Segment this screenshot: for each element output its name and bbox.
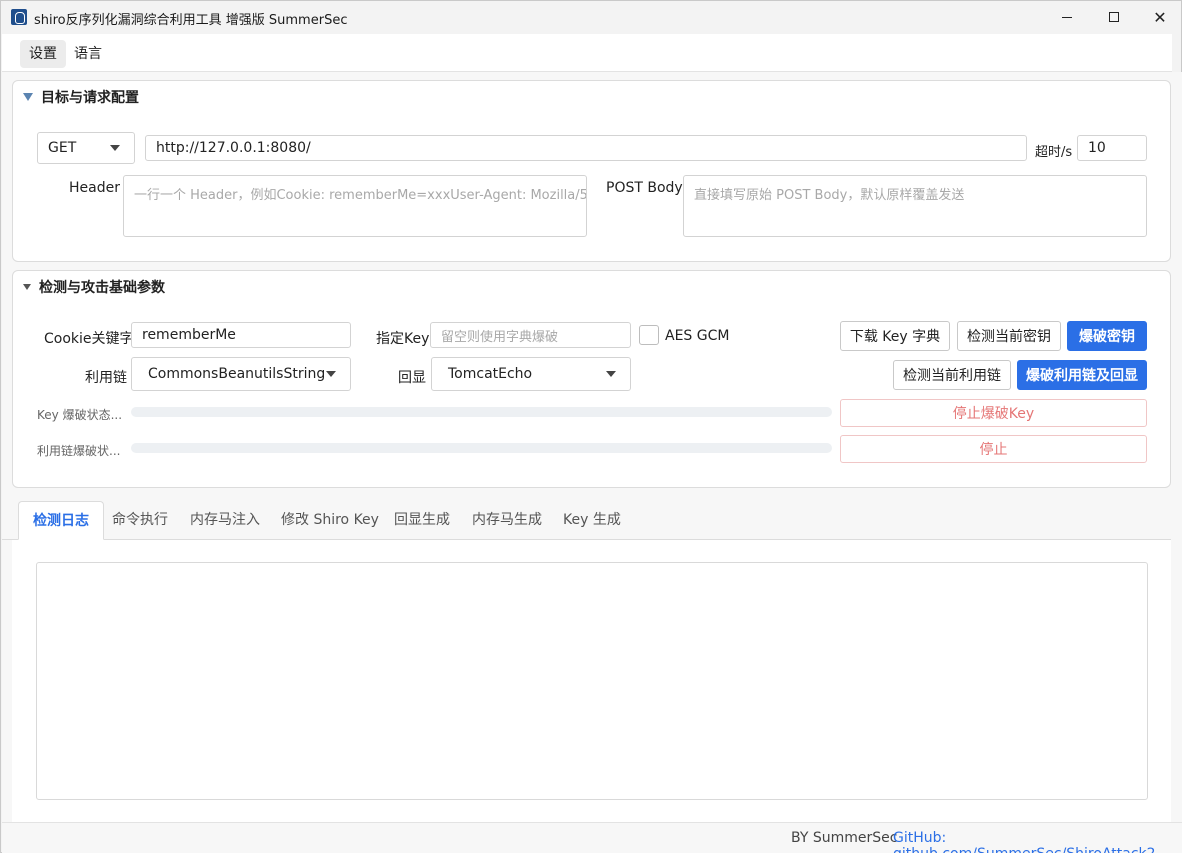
tab-memshell-gen[interactable]: 内存马生成 <box>458 501 556 540</box>
cookie-keyword-input[interactable]: rememberMe <box>131 322 351 348</box>
chain-label: 利用链 <box>85 370 127 386</box>
method-value: GET <box>48 140 77 156</box>
title-bar: shiro反序列化漏洞综合利用工具 增强版 SummerSec ✕ <box>1 1 1181 33</box>
brute-key-button[interactable]: 爆破密钥 <box>1067 321 1147 351</box>
cookie-keyword-value: rememberMe <box>142 327 236 343</box>
maximize-button[interactable] <box>1091 1 1137 33</box>
tab-command-exec[interactable]: 命令执行 <box>98 501 182 540</box>
post-body-label: POST Body <box>606 180 683 196</box>
tab-key-gen[interactable]: Key 生成 <box>549 501 635 540</box>
chain-value: CommonsBeanutilsString <box>148 366 326 382</box>
tab-detect-log[interactable]: 检测日志 <box>18 501 104 540</box>
method-select[interactable]: GET <box>37 132 135 164</box>
cookie-keyword-label: Cookie关键字 <box>44 331 134 347</box>
attack-params-title: 检测与攻击基础参数 <box>39 280 165 296</box>
menu-language[interactable]: 语言 <box>65 40 111 68</box>
check-current-chain-button[interactable]: 检测当前利用链 <box>893 360 1011 390</box>
detect-log-output[interactable] <box>36 562 1148 800</box>
stop-chain-brute-button[interactable]: 停止 <box>840 435 1147 463</box>
chain-select[interactable]: CommonsBeanutilsString <box>131 357 351 391</box>
header-placeholder: 一行一个 Header，例如Cookie: rememberMe=xxxUser… <box>134 188 587 203</box>
tab-modify-shiro-key[interactable]: 修改 Shiro Key <box>267 501 393 540</box>
key-brute-status-label: Key 爆破状态... <box>37 408 123 422</box>
timeout-label: 超时/s <box>1035 145 1073 160</box>
minimize-button[interactable] <box>1044 1 1090 33</box>
close-icon: ✕ <box>1153 7 1167 27</box>
header-label: Header <box>69 180 120 196</box>
timeout-value: 10 <box>1088 140 1106 156</box>
url-value: http://127.0.0.1:8080/ <box>156 140 311 156</box>
specify-key-input[interactable]: 留空则使用字典爆破 <box>430 322 631 348</box>
aes-gcm-label: AES GCM <box>665 328 730 344</box>
chevron-down-icon <box>110 145 120 151</box>
app-shield-icon <box>11 9 27 25</box>
brute-chain-echo-button[interactable]: 爆破利用链及回显 <box>1017 360 1147 390</box>
echo-value: TomcatEcho <box>448 366 533 382</box>
menu-settings[interactable]: 设置 <box>20 40 66 68</box>
status-footer: BY SummerSec GitHub: github.com/SummerSe… <box>2 822 1182 853</box>
echo-label: 回显 <box>398 370 426 386</box>
menu-bar: 设置 语言 <box>2 34 1172 72</box>
tab-echo-gen[interactable]: 回显生成 <box>380 501 464 540</box>
aes-gcm-checkbox[interactable] <box>639 325 659 345</box>
window-title: shiro反序列化漏洞综合利用工具 增强版 SummerSec <box>34 13 348 28</box>
echo-select[interactable]: TomcatEcho <box>431 357 631 391</box>
minimize-icon <box>1062 16 1072 18</box>
timeout-input[interactable]: 10 <box>1077 135 1147 161</box>
specify-key-placeholder: 留空则使用字典爆破 <box>441 329 559 345</box>
key-brute-progress <box>131 407 832 417</box>
footer-author: BY SummerSec <box>791 830 898 846</box>
check-current-key-button[interactable]: 检测当前密钥 <box>957 321 1061 351</box>
post-body-placeholder: 直接填写原始 POST Body，默认原样覆盖发送 <box>694 188 965 203</box>
post-body-textarea[interactable]: 直接填写原始 POST Body，默认原样覆盖发送 <box>683 175 1147 237</box>
chevron-down-icon <box>326 371 336 377</box>
chevron-down-icon <box>606 371 616 377</box>
collapse-triangle-icon <box>23 93 33 101</box>
footer-github-link[interactable]: GitHub: github.com/SummerSec/ShiroAttack… <box>893 830 1182 853</box>
stop-key-brute-button[interactable]: 停止爆破Key <box>840 399 1147 427</box>
chain-brute-progress <box>131 443 832 453</box>
tab-bar: 检测日志 命令执行 内存马注入 修改 Shiro Key 回显生成 内存马生成 … <box>2 497 1171 540</box>
attack-params-header[interactable]: 检测与攻击基础参数 <box>23 277 165 297</box>
target-config-header[interactable]: 目标与请求配置 <box>23 87 139 107</box>
tab-memshell-inject[interactable]: 内存马注入 <box>176 501 274 540</box>
header-textarea[interactable]: 一行一个 Header，例如Cookie: rememberMe=xxxUser… <box>123 175 587 237</box>
chain-brute-status-label: 利用链爆破状... <box>37 444 121 458</box>
specify-key-label: 指定Key <box>376 331 430 347</box>
app-window: shiro反序列化漏洞综合利用工具 增强版 SummerSec ✕ 设置 语言 … <box>0 0 1182 853</box>
collapse-triangle-icon <box>23 284 31 290</box>
url-input[interactable]: http://127.0.0.1:8080/ <box>145 135 1027 161</box>
download-key-dict-button[interactable]: 下载 Key 字典 <box>840 321 950 351</box>
maximize-icon <box>1109 12 1119 22</box>
close-button[interactable]: ✕ <box>1137 1 1182 33</box>
target-config-title: 目标与请求配置 <box>41 90 139 106</box>
